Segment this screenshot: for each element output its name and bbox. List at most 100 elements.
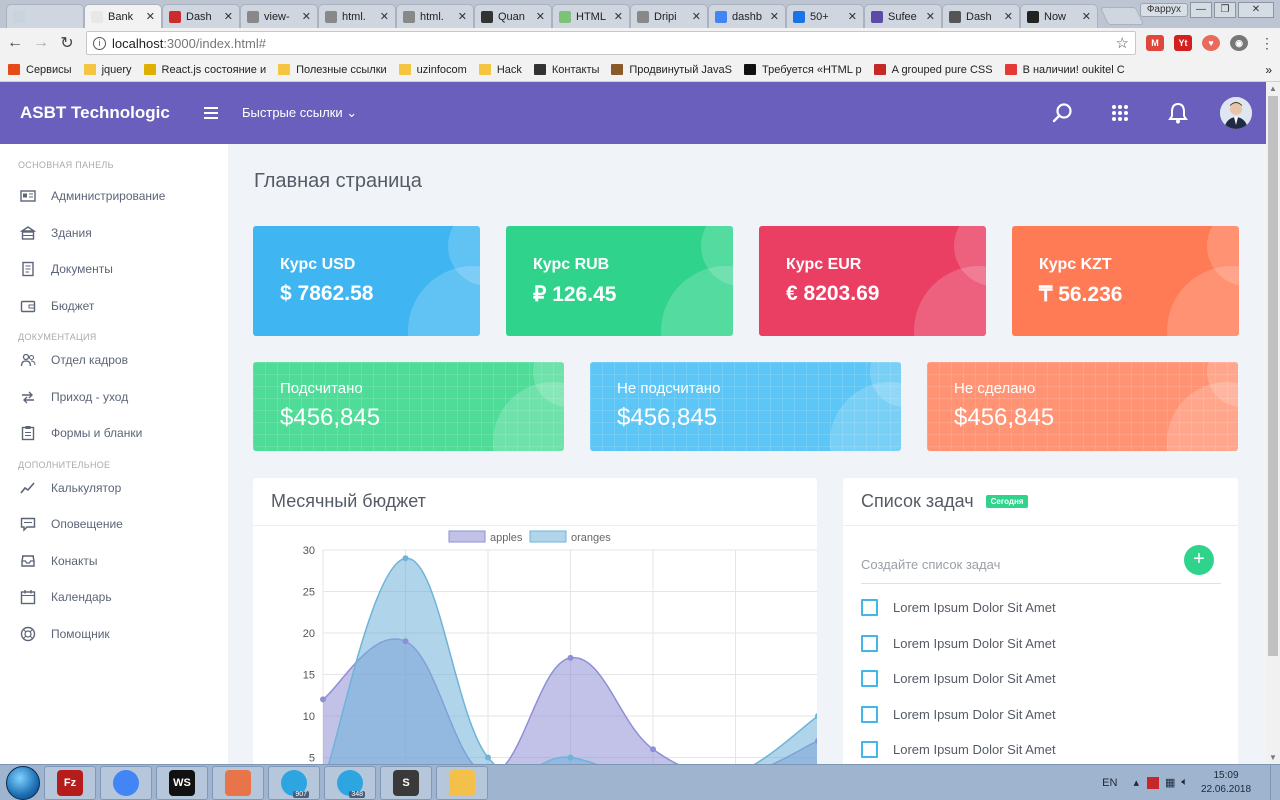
sidebar-item[interactable]: Администрирование bbox=[0, 178, 228, 215]
bookmark-item[interactable]: uzinfocom bbox=[398, 64, 467, 76]
browser-tab[interactable]: 50+ ✕ bbox=[786, 4, 864, 28]
page-scrollbar[interactable]: ▲ ▼ bbox=[1266, 82, 1280, 764]
rate-card[interactable]: Курс USD $ 7862.58 bbox=[253, 226, 480, 336]
bell-icon[interactable] bbox=[1164, 99, 1192, 127]
data-point-oranges[interactable] bbox=[402, 555, 409, 562]
todo-item[interactable]: Lorem Ipsum Dolor Sit Amet bbox=[861, 634, 1056, 652]
sidebar-item[interactable]: Помощник bbox=[0, 616, 228, 653]
reload-icon[interactable]: ↻ bbox=[56, 33, 78, 53]
legend-swatch[interactable] bbox=[529, 530, 567, 543]
browser-tab[interactable]: Dripi ✕ bbox=[630, 4, 708, 28]
bookmark-item[interactable]: Требуется «HTML р bbox=[744, 64, 862, 76]
stat-card[interactable]: Подсчитано $456,845 bbox=[253, 362, 564, 451]
browser-tab[interactable]: Sufee ✕ bbox=[864, 4, 942, 28]
tab-close-icon[interactable]: ✕ bbox=[536, 10, 545, 23]
add-todo-button[interactable]: + bbox=[1184, 545, 1214, 575]
language-indicator[interactable]: EN bbox=[1102, 777, 1117, 789]
bookmark-item[interactable]: Контакты bbox=[533, 64, 599, 76]
todo-checkbox[interactable] bbox=[861, 599, 878, 616]
browser-menu-icon[interactable]: ⋮ bbox=[1260, 35, 1274, 52]
browser-tab[interactable]: Dash ✕ bbox=[942, 4, 1020, 28]
taskbar-app-telegram[interactable]: 348 bbox=[324, 765, 376, 800]
rate-card[interactable]: Курс KZT ₸ 56.236 bbox=[1012, 226, 1239, 336]
user-avatar[interactable] bbox=[1220, 97, 1252, 129]
tab-close-icon[interactable]: ✕ bbox=[146, 10, 155, 23]
apps-grid-icon[interactable] bbox=[1106, 99, 1134, 127]
restore-icon[interactable]: ❐ bbox=[1214, 2, 1236, 18]
url-input[interactable]: i localhost:3000/index.html# ☆ bbox=[86, 31, 1136, 55]
extension-icon[interactable]: ◉ bbox=[1230, 35, 1248, 51]
forward-icon[interactable]: → bbox=[30, 34, 52, 52]
back-icon[interactable]: ← bbox=[4, 34, 26, 52]
tab-close-icon[interactable]: ✕ bbox=[302, 10, 311, 23]
stat-card[interactable]: Не подсчитано $456,845 bbox=[590, 362, 901, 451]
taskbar-app-chrome[interactable] bbox=[100, 765, 152, 800]
sidebar-item[interactable]: Калькулятор bbox=[0, 470, 228, 507]
data-point-apples[interactable] bbox=[650, 746, 656, 753]
sidebar-item[interactable]: Оповещение bbox=[0, 506, 228, 543]
tab-close-icon[interactable]: ✕ bbox=[458, 10, 467, 23]
minimize-icon[interactable]: — bbox=[1190, 2, 1212, 18]
todo-checkbox[interactable] bbox=[861, 634, 878, 652]
taskbar-app-telegram[interactable]: 907 bbox=[268, 765, 320, 800]
tray-app-icon[interactable] bbox=[1146, 776, 1159, 789]
taskbar-app-webstorm[interactable]: WS bbox=[156, 765, 208, 800]
search-icon[interactable] bbox=[1048, 99, 1076, 127]
brand-logo[interactable]: ASBT Technologic bbox=[20, 103, 200, 123]
youtube-extension-icon[interactable]: Yt bbox=[1174, 35, 1192, 51]
browser-tab[interactable]: html. ✕ bbox=[318, 4, 396, 28]
bookmark-item[interactable]: Продвинутый JavaS bbox=[611, 64, 732, 76]
todo-input[interactable]: Создайте список задач bbox=[861, 546, 1221, 584]
sidebar-item[interactable]: Конакты bbox=[0, 543, 228, 580]
tab-close-icon[interactable]: ✕ bbox=[224, 10, 233, 23]
rate-card[interactable]: Курс EUR € 8203.69 bbox=[759, 226, 986, 336]
bookmark-item[interactable]: jquery bbox=[83, 64, 132, 76]
bookmark-star-icon[interactable]: ☆ bbox=[1116, 34, 1129, 52]
tab-close-icon[interactable]: ✕ bbox=[692, 10, 701, 23]
taskbar-app-explorer[interactable] bbox=[436, 765, 488, 800]
network-icon[interactable]: ▦ bbox=[1165, 776, 1175, 789]
data-point-oranges[interactable] bbox=[485, 754, 491, 761]
bookmark-item[interactable]: Hack bbox=[478, 64, 522, 76]
browser-tab[interactable]: Dash ✕ bbox=[162, 4, 240, 28]
data-point-apples[interactable] bbox=[567, 654, 574, 661]
rate-card[interactable]: Курс RUB ₽ 126.45 bbox=[506, 226, 733, 336]
todo-checkbox[interactable] bbox=[861, 705, 878, 723]
new-tab-button[interactable] bbox=[1099, 7, 1145, 25]
legend-swatch[interactable] bbox=[448, 530, 486, 543]
info-icon[interactable]: i bbox=[93, 36, 106, 50]
sidebar-item[interactable]: Здания bbox=[0, 215, 228, 252]
legend-label[interactable]: apples bbox=[490, 532, 523, 544]
data-point-apples[interactable] bbox=[320, 696, 326, 703]
todo-item[interactable]: Lorem Ipsum Dolor Sit Amet bbox=[861, 599, 1056, 616]
sidebar-item[interactable]: Бюджет bbox=[0, 288, 228, 325]
data-point-oranges[interactable] bbox=[567, 754, 574, 761]
tab-close-icon[interactable]: ✕ bbox=[770, 10, 779, 23]
tab-close-icon[interactable]: ✕ bbox=[1082, 10, 1091, 23]
taskbar-app-sublime[interactable]: S bbox=[380, 765, 432, 800]
scroll-down-icon[interactable]: ▼ bbox=[1269, 753, 1277, 762]
pocket-extension-icon[interactable]: ♥ bbox=[1202, 35, 1220, 51]
tray-arrow-icon[interactable]: ▴ bbox=[1133, 776, 1139, 789]
sidebar-item[interactable]: Отдел кадров bbox=[0, 342, 228, 379]
taskbar-app-filezilla[interactable]: Fz bbox=[44, 765, 96, 800]
gmail-extension-icon[interactable]: M bbox=[1146, 35, 1164, 51]
show-desktop-button[interactable] bbox=[1270, 764, 1280, 800]
browser-tab[interactable]: Bank ✕ bbox=[84, 4, 162, 28]
data-point-apples[interactable] bbox=[402, 638, 409, 645]
tab-close-icon[interactable]: ✕ bbox=[1004, 10, 1013, 23]
bookmark-item[interactable]: React.js состояние и bbox=[143, 64, 266, 76]
menu-toggle-icon[interactable] bbox=[204, 107, 218, 119]
browser-tab[interactable]: HTML ✕ bbox=[552, 4, 630, 28]
stat-card[interactable]: Не сделано $456,845 bbox=[927, 362, 1238, 451]
close-icon[interactable]: ✕ bbox=[1238, 2, 1274, 18]
quick-links-dropdown[interactable]: Быстрые ссылки ⌄ bbox=[242, 105, 357, 121]
sidebar-item[interactable]: Формы и бланки bbox=[0, 415, 228, 452]
clock[interactable]: 15:09 22.06.2018 bbox=[1196, 769, 1256, 797]
bookmark-item[interactable]: Полезные ссылки bbox=[278, 64, 387, 76]
browser-tab[interactable]: Now ✕ bbox=[1020, 4, 1098, 28]
volume-icon[interactable]: 🔈︎ bbox=[1181, 776, 1188, 789]
start-button[interactable] bbox=[6, 765, 40, 800]
browser-tab[interactable]: html. ✕ bbox=[396, 4, 474, 28]
todo-checkbox[interactable] bbox=[861, 741, 878, 758]
